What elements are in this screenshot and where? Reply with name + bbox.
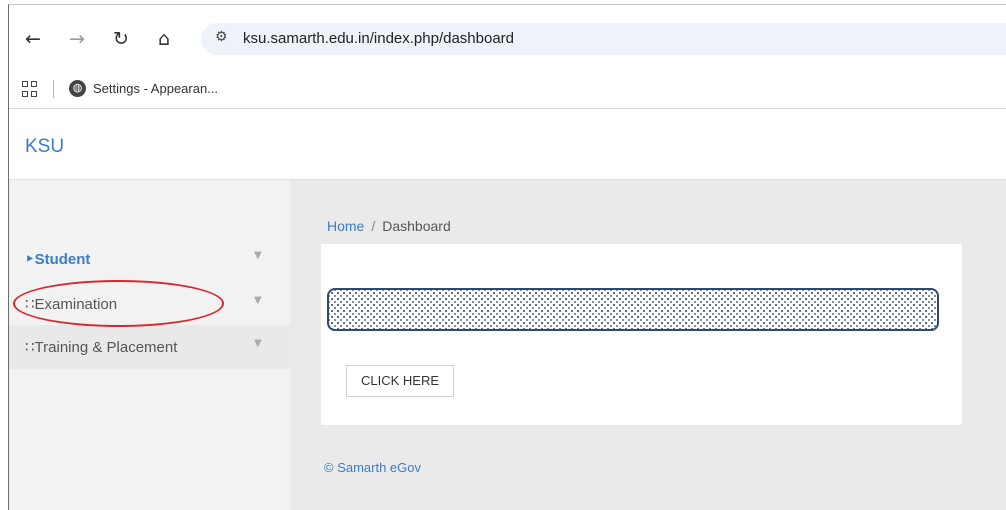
sidebar-item-training-placement[interactable]: ∷Training & Placement ▼: [9, 325, 290, 369]
back-arrow-icon[interactable]: ←: [21, 27, 45, 51]
bookmarks-divider: [53, 80, 54, 98]
sidebar-item-student[interactable]: ‣Student ▼: [9, 237, 290, 281]
sidebar-item-label: ∷Examination: [25, 296, 118, 313]
url-text[interactable]: ksu.samarth.edu.in/index.php/dashboard: [243, 30, 514, 47]
bookmark-settings-appearance[interactable]: Settings - Appearan...: [93, 81, 218, 96]
sidebar-item-label: ‣Student: [25, 251, 91, 268]
main-content: Home / Dashboard CLICK HERE © Samarth eGov: [290, 180, 1006, 510]
apps-grid-cell: [22, 81, 28, 87]
app-header: KSU: [9, 110, 1006, 180]
apps-grid-icon[interactable]: [22, 81, 38, 97]
breadcrumb-separator: /: [371, 218, 376, 234]
breadcrumb-current: Dashboard: [382, 218, 451, 234]
bookmarks-bar: ◍ Settings - Appearan...: [9, 73, 1006, 109]
apps-grid-cell: [22, 90, 28, 97]
apps-grid-cell: [31, 81, 37, 87]
sidebar-item-label: ∷Training & Placement: [25, 339, 178, 356]
sidebar: ‣Student ▼ ∷Examination ▼ ∷Training & Pl…: [9, 180, 290, 510]
click-here-button[interactable]: CLICK HERE: [346, 365, 454, 397]
home-icon[interactable]: ⌂: [152, 27, 176, 51]
address-bar[interactable]: ⚙ ksu.samarth.edu.in/index.php/dashboard: [201, 23, 1006, 55]
site-settings-icon[interactable]: ⚙: [215, 29, 235, 49]
browser-window: ← → ↻ ⌂ ⚙ ksu.samarth.edu.in/index.php/d…: [8, 4, 1006, 510]
forward-arrow-icon[interactable]: →: [65, 27, 89, 51]
browser-toolbar: ← → ↻ ⌂ ⚙ ksu.samarth.edu.in/index.php/d…: [9, 5, 1006, 73]
sidebar-item-examination[interactable]: ∷Examination ▼: [9, 282, 290, 326]
redacted-content-block: [327, 288, 939, 331]
chevron-down-icon: ▼: [254, 295, 262, 306]
brand-logo-text[interactable]: KSU: [25, 136, 64, 158]
reload-icon[interactable]: ↻: [109, 27, 133, 51]
chevron-down-icon: ▼: [254, 338, 262, 349]
apps-grid-cell: [31, 90, 37, 97]
globe-icon[interactable]: ◍: [69, 80, 86, 97]
breadcrumb: Home / Dashboard: [327, 218, 451, 234]
breadcrumb-home-link[interactable]: Home: [327, 218, 364, 234]
dashboard-card: CLICK HERE: [321, 244, 962, 425]
footer-link-samarth-egov[interactable]: © Samarth eGov: [324, 460, 421, 475]
chevron-down-icon: ▼: [254, 250, 262, 261]
